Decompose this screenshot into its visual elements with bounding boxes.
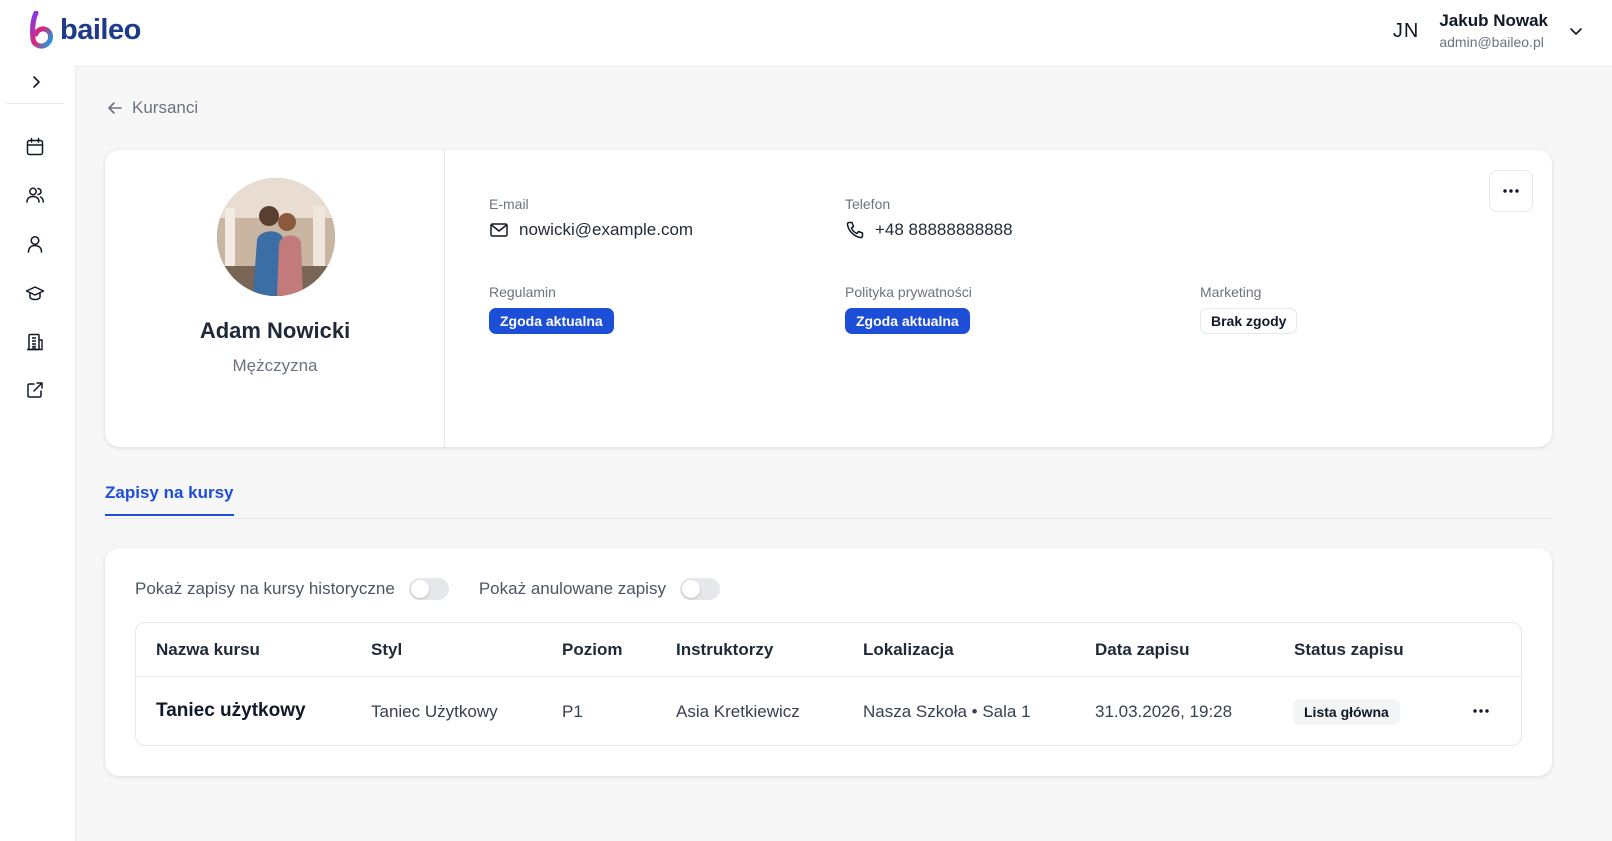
marketing-status-badge: Brak zgody [1200,308,1298,334]
column-header: Poziom [562,640,623,659]
chevron-down-icon[interactable] [1568,23,1584,39]
email-value[interactable]: nowicki@example.com [489,220,693,240]
privacy-status-badge: Zgoda aktualna [845,308,970,334]
sidebar-item-students[interactable] [22,182,48,208]
avatar-photo [217,178,335,296]
more-horizontal-icon [1473,709,1489,713]
table-header: Nazwa kursu Styl Poziom Instruktorzy Lok… [136,623,1521,677]
baileo-logo-icon [30,11,54,49]
profile-summary: Adam Nowicki Mężczyzna [105,150,445,447]
filter-toggles: Pokaż zapisy na kursy historyczne Pokaż … [135,578,750,600]
graduation-cap-icon [25,286,45,301]
email-field: E-mail nowicki@example.com [489,196,693,240]
toggle-knob [681,580,700,598]
tabs: Zapisy na kursy [105,467,1552,519]
profile-more-button[interactable] [1489,170,1533,212]
arrow-left-icon [108,102,122,114]
course-name-cell[interactable]: Taniec użytkowy [156,700,306,722]
row-more-button[interactable] [1469,701,1493,721]
cancelled-toggle[interactable] [679,578,720,600]
logo-text: baileo [60,13,141,46]
logo[interactable]: baileo [28,11,141,49]
phone-field: Telefon +48 88888888888 [845,196,1013,240]
user-email: admin@baileo.pl [1439,34,1544,50]
location-cell: Nasza Szkoła • Sala 1 [863,702,1031,721]
back-link-label: Kursanci [132,98,199,117]
privacy-consent: Polityka prywatności Zgoda aktualna [845,284,972,334]
toggle-knob [410,580,429,598]
column-header: Data zapisu [1095,640,1190,659]
user-name: Jakub Nowak [1439,11,1548,30]
top-bar: baileo JN Jakub Nowak admin@baileo.pl [0,0,1612,66]
email-text: nowicki@example.com [519,220,694,239]
level-cell: P1 [562,702,583,721]
sidebar-divider [6,103,64,104]
users-icon [26,187,44,203]
tab-enrollments[interactable]: Zapisy na kursy [105,483,234,516]
column-header: Nazwa kursu [156,640,260,659]
column-header: Styl [371,640,403,659]
terms-consent: Regulamin Zgoda aktualna [489,284,614,334]
profile-name: Adam Nowicki [199,318,351,343]
sidebar-expand-button[interactable] [24,70,48,94]
terms-status-badge: Zgoda aktualna [489,308,614,334]
date-cell: 31.03.2026, 19:28 [1095,702,1233,721]
sidebar [0,66,75,841]
status-badge: Lista główna [1293,699,1400,725]
user-icon [27,235,43,253]
back-link[interactable]: Kursanci [106,98,198,118]
column-header: Lokalizacja [863,640,954,659]
marketing-consent: Marketing Brak zgody [1200,284,1298,334]
user-initials: JN [1392,19,1420,42]
privacy-label: Polityka prywatności [845,284,972,300]
historical-toggle-label: Pokaż zapisy na kursy historyczne [135,579,395,598]
enrollments-table: Nazwa kursu Styl Poziom Instruktorzy Lok… [135,622,1522,746]
user-info: Jakub Nowak admin@baileo.pl [1439,10,1548,52]
instructors-cell: Asia Kretkiewicz [676,702,800,721]
style-cell: Taniec Użytkowy [371,702,498,721]
phone-label: Telefon [845,196,891,212]
more-horizontal-icon [1503,189,1519,193]
historical-toggle[interactable] [408,578,449,600]
calendar-icon [26,137,44,156]
sidebar-item-calendar[interactable] [22,134,48,160]
user-menu[interactable]: JN Jakub Nowak admin@baileo.pl [1393,10,1584,52]
phone-text: +48 88888888888 [875,220,1013,239]
profile-gender: Mężczyzna [232,356,318,375]
marketing-label: Marketing [1200,284,1262,300]
profile-card: Adam Nowicki Mężczyzna E-mail nowicki@ex… [105,150,1552,447]
sidebar-item-courses[interactable] [22,280,48,306]
terms-label: Regulamin [489,284,556,300]
cancelled-toggle-label: Pokaż anulowane zapisy [478,579,666,598]
building-icon [27,333,43,351]
external-link-icon [27,382,43,398]
mail-icon [490,223,508,237]
main-content: Kursanci Adam Nowicki Mężczyzna E-mail n… [75,66,1612,841]
avatar [217,178,335,296]
sidebar-item-instructors[interactable] [22,231,48,257]
sidebar-item-external[interactable] [22,377,48,403]
sidebar-item-locations[interactable] [22,329,48,355]
phone-value[interactable]: +48 88888888888 [845,220,1013,240]
column-header: Instruktorzy [676,640,774,659]
enrollments-card: Pokaż zapisy na kursy historyczne Pokaż … [105,548,1552,776]
chevron-right-icon [33,76,40,88]
email-label: E-mail [489,196,529,212]
column-header: Status zapisu [1294,640,1404,659]
table-row[interactable]: Taniec użytkowy Taniec Użytkowy P1 Asia … [136,677,1521,745]
phone-icon [846,221,864,239]
